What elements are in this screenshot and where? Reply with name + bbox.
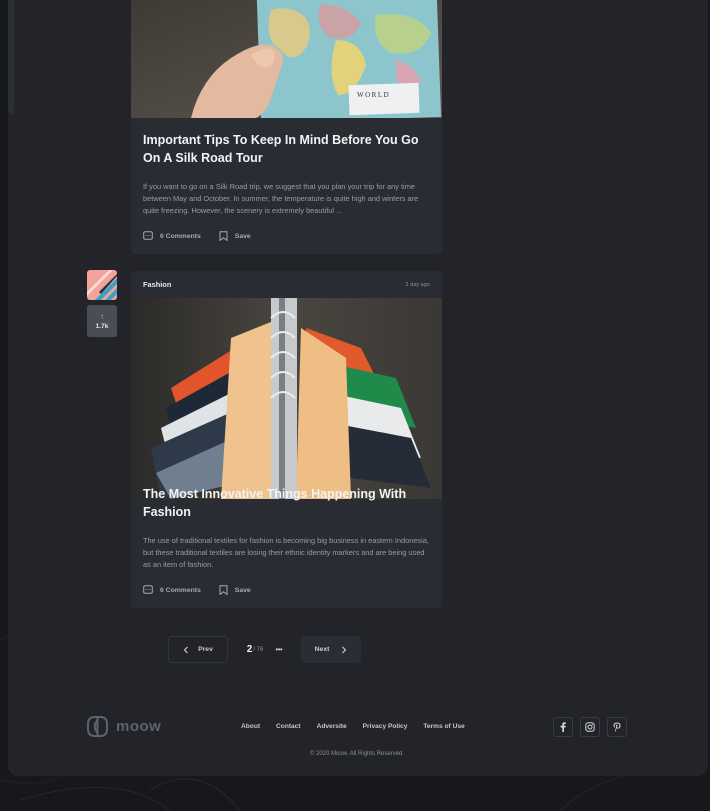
author-thumbnail[interactable] (87, 270, 117, 300)
next-button[interactable]: Next (301, 636, 361, 663)
facebook-icon (560, 722, 566, 732)
post-image[interactable]: WORLD (131, 0, 442, 118)
pinterest-button[interactable] (607, 717, 627, 737)
page-indicator: 2 / 76 ••• (228, 644, 301, 655)
copyright-text: © 2020 Moow. All Rights Reserved. (309, 751, 405, 757)
footer-nav: About Contact Adversite Privacy Policy T… (241, 723, 481, 730)
instagram-button[interactable] (580, 717, 600, 737)
total-pages: / 76 (253, 646, 264, 653)
post-actions: 6 Comments Save (143, 231, 269, 241)
post-excerpt: The use of traditional textiles for fash… (143, 536, 429, 569)
pagination: Prev 2 / 76 ••• Next (168, 636, 361, 663)
post-actions: 6 Comments Save (143, 585, 269, 595)
footer-link-about[interactable]: About (241, 723, 260, 730)
logo-text: moow (116, 718, 162, 735)
pinterest-icon (613, 722, 621, 732)
footer-link-adversite[interactable]: Adversite (317, 723, 347, 730)
footer-link-terms[interactable]: Terms of Use (423, 723, 464, 730)
upvote-button[interactable]: ↑ 1.7k (87, 305, 117, 337)
post-title[interactable]: The Most Innovative Things Happening Wit… (143, 485, 433, 521)
post-card[interactable]: Fashion 2 day ago The Most Innovative Th… (131, 271, 442, 608)
footer-link-contact[interactable]: Contact (276, 723, 301, 730)
post-excerpt: If you want to go on a Silk Road trip, w… (143, 182, 419, 215)
post-card[interactable]: WORLD Important Tips To Keep In Mind Bef… (131, 0, 442, 254)
social-links (553, 717, 634, 737)
chevron-left-icon (183, 646, 189, 653)
instagram-icon (585, 722, 595, 732)
prev-label: Prev (198, 646, 213, 653)
footer-link-privacy[interactable]: Privacy Policy (363, 723, 408, 730)
bookmark-icon (219, 231, 228, 241)
comment-icon (143, 231, 153, 240)
more-pages-button[interactable]: ••• (275, 645, 282, 654)
post-header: Fashion 2 day ago (143, 271, 430, 298)
current-page: 2 (246, 644, 253, 655)
bookmark-icon (219, 585, 228, 595)
comment-icon (143, 585, 153, 594)
prev-button[interactable]: Prev (168, 636, 228, 663)
arrow-up-icon: ↑ (100, 312, 104, 321)
next-label: Next (314, 646, 330, 653)
panel-edge (8, 0, 14, 115)
comments-button[interactable]: 6 Comments (143, 231, 201, 241)
post-image[interactable] (131, 298, 442, 499)
comments-label: 6 Comments (160, 232, 201, 240)
post-category[interactable]: Fashion (143, 280, 171, 289)
comments-label: 6 Comments (160, 586, 201, 594)
chevron-right-icon (342, 646, 347, 653)
vote-count: 1.7k (95, 323, 109, 330)
post-time: 2 day ago (405, 281, 430, 288)
facebook-button[interactable] (553, 717, 573, 737)
comments-button[interactable]: 6 Comments (143, 585, 201, 595)
save-label: Save (234, 586, 251, 594)
footer-logo[interactable]: moow (87, 716, 161, 737)
map-label: WORLD (357, 91, 390, 99)
save-button[interactable]: Save (219, 231, 251, 241)
post-title[interactable]: Important Tips To Keep In Mind Before Yo… (143, 131, 433, 167)
logo-icon (87, 716, 108, 737)
save-label: Save (234, 232, 251, 240)
save-button[interactable]: Save (219, 585, 251, 595)
